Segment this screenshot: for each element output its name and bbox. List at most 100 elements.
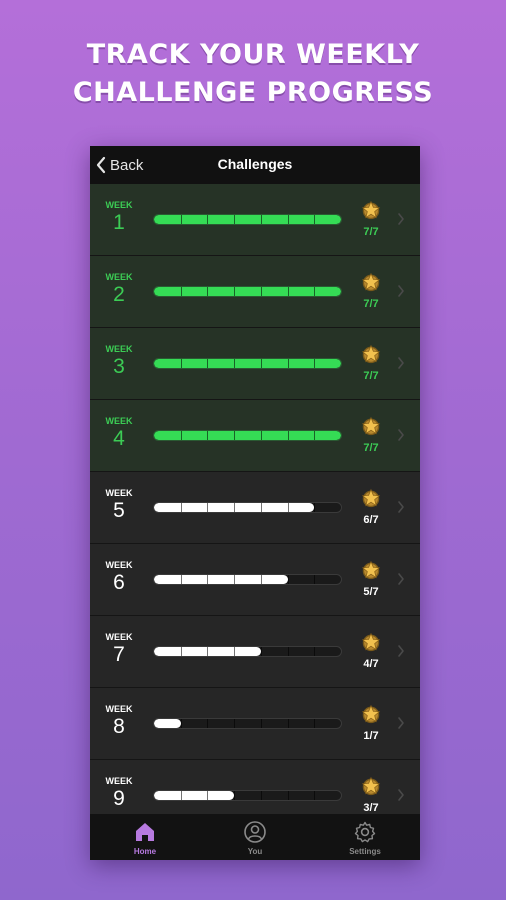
week-row[interactable]: WEEK 6 5/7 [90, 544, 420, 616]
week-score: 4/7 [363, 658, 379, 670]
week-label: WEEK [105, 200, 133, 210]
week-score: 7/7 [363, 370, 379, 382]
headline-line-1: TRACK YOUR WEEKLY [86, 39, 420, 70]
tab-you[interactable]: You [200, 814, 310, 860]
progress-segment-divider [260, 215, 262, 224]
week-row[interactable]: WEEK 3 7/7 [90, 328, 420, 400]
tab-home[interactable]: Home [90, 814, 200, 860]
progress-segment-divider [234, 575, 236, 584]
progress-segment-divider [314, 503, 316, 512]
progress-segment-divider [260, 287, 262, 296]
chevron-right-icon [398, 573, 404, 585]
progress-segment-divider [314, 575, 316, 584]
headline: TRACK YOUR WEEKLY CHALLENGE PROGRESS [0, 36, 506, 112]
progress-segment-divider [314, 719, 316, 728]
progress-segment-divider [234, 647, 236, 656]
star-badge-icon [361, 488, 381, 508]
week-score: 7/7 [363, 226, 379, 238]
progress-bar [153, 646, 342, 657]
week-score: 3/7 [363, 802, 379, 814]
week-row[interactable]: WEEK 7 4/7 [90, 616, 420, 688]
progress-segment-divider [234, 719, 236, 728]
week-score: 7/7 [363, 442, 379, 454]
progress-segment-divider [180, 359, 182, 368]
week-number: 6 [113, 571, 125, 594]
tab-label: Home [133, 847, 157, 856]
progress-segment-divider [287, 647, 289, 656]
progress-segment-divider [287, 431, 289, 440]
week-label: WEEK [105, 272, 133, 282]
progress-segment-divider [287, 503, 289, 512]
week-row[interactable]: WEEK 8 1/7 [90, 688, 420, 760]
progress-segment-divider [180, 647, 182, 656]
progress-segment-divider [207, 647, 209, 656]
progress-bar [153, 574, 342, 585]
star-badge-icon [361, 560, 381, 580]
week-label: WEEK [105, 776, 133, 786]
week-score: 7/7 [363, 298, 379, 310]
week-label: WEEK [105, 632, 133, 642]
headline-line-2: CHALLENGE PROGRESS [72, 77, 434, 108]
progress-segment-divider [180, 431, 182, 440]
progress-segment-divider [180, 791, 182, 800]
week-label: WEEK [105, 704, 133, 714]
chevron-right-icon [398, 501, 404, 513]
progress-segment-divider [314, 791, 316, 800]
week-number: 9 [113, 787, 125, 810]
week-number: 1 [113, 211, 125, 234]
week-number: 8 [113, 715, 125, 738]
week-row[interactable]: WEEK 2 7/7 [90, 256, 420, 328]
week-score: 1/7 [363, 730, 379, 742]
progress-bar-fill [154, 287, 341, 296]
week-label: WEEK [105, 560, 133, 570]
progress-segment-divider [260, 575, 262, 584]
week-number: 7 [113, 643, 125, 666]
week-number: 2 [113, 283, 125, 306]
progress-bar [153, 358, 342, 369]
progress-segment-divider [314, 431, 316, 440]
progress-segment-divider [207, 575, 209, 584]
chevron-right-icon [398, 285, 404, 297]
progress-bar-fill [154, 575, 288, 584]
week-row[interactable]: WEEK 4 7/7 [90, 400, 420, 472]
week-list: WEEK 1 7/7 WEEK 2 7/7 WEEK 3 7/7 WEEK 4 7/7 WEEK 5 6/7… [90, 184, 420, 832]
progress-segment-divider [287, 719, 289, 728]
progress-segment-divider [260, 359, 262, 368]
progress-segment-divider [314, 647, 316, 656]
gear-icon [354, 821, 376, 843]
progress-segment-divider [180, 575, 182, 584]
week-label: WEEK [105, 344, 133, 354]
progress-bar-fill [154, 359, 341, 368]
week-row[interactable]: WEEK 1 7/7 [90, 184, 420, 256]
progress-segment-divider [207, 287, 209, 296]
star-badge-icon [361, 416, 381, 436]
progress-segment-divider [234, 287, 236, 296]
progress-segment-divider [180, 287, 182, 296]
progress-segment-divider [234, 215, 236, 224]
week-score: 6/7 [363, 514, 379, 526]
progress-bar [153, 718, 342, 729]
progress-segment-divider [207, 215, 209, 224]
progress-segment-divider [287, 359, 289, 368]
progress-segment-divider [260, 719, 262, 728]
progress-segment-divider [180, 215, 182, 224]
progress-segment-divider [180, 503, 182, 512]
progress-segment-divider [314, 287, 316, 296]
progress-segment-divider [287, 215, 289, 224]
progress-bar-fill [154, 215, 341, 224]
home-icon [136, 823, 154, 841]
tab-bar: Home You Settings [90, 814, 420, 860]
progress-bar [153, 214, 342, 225]
progress-bar-fill [154, 791, 235, 800]
phone-screen: Back Challenges WEEK 1 7/7 WEEK 2 7/7 WEEK 3 7/7… [90, 146, 420, 860]
star-badge-icon [361, 776, 381, 796]
tab-settings[interactable]: Settings [310, 814, 420, 860]
week-number: 5 [113, 499, 125, 522]
progress-bar [153, 430, 342, 441]
progress-segment-divider [207, 719, 209, 728]
chevron-right-icon [398, 429, 404, 441]
progress-segment-divider [287, 575, 289, 584]
progress-segment-divider [260, 647, 262, 656]
week-row[interactable]: WEEK 5 6/7 [90, 472, 420, 544]
progress-bar [153, 286, 342, 297]
